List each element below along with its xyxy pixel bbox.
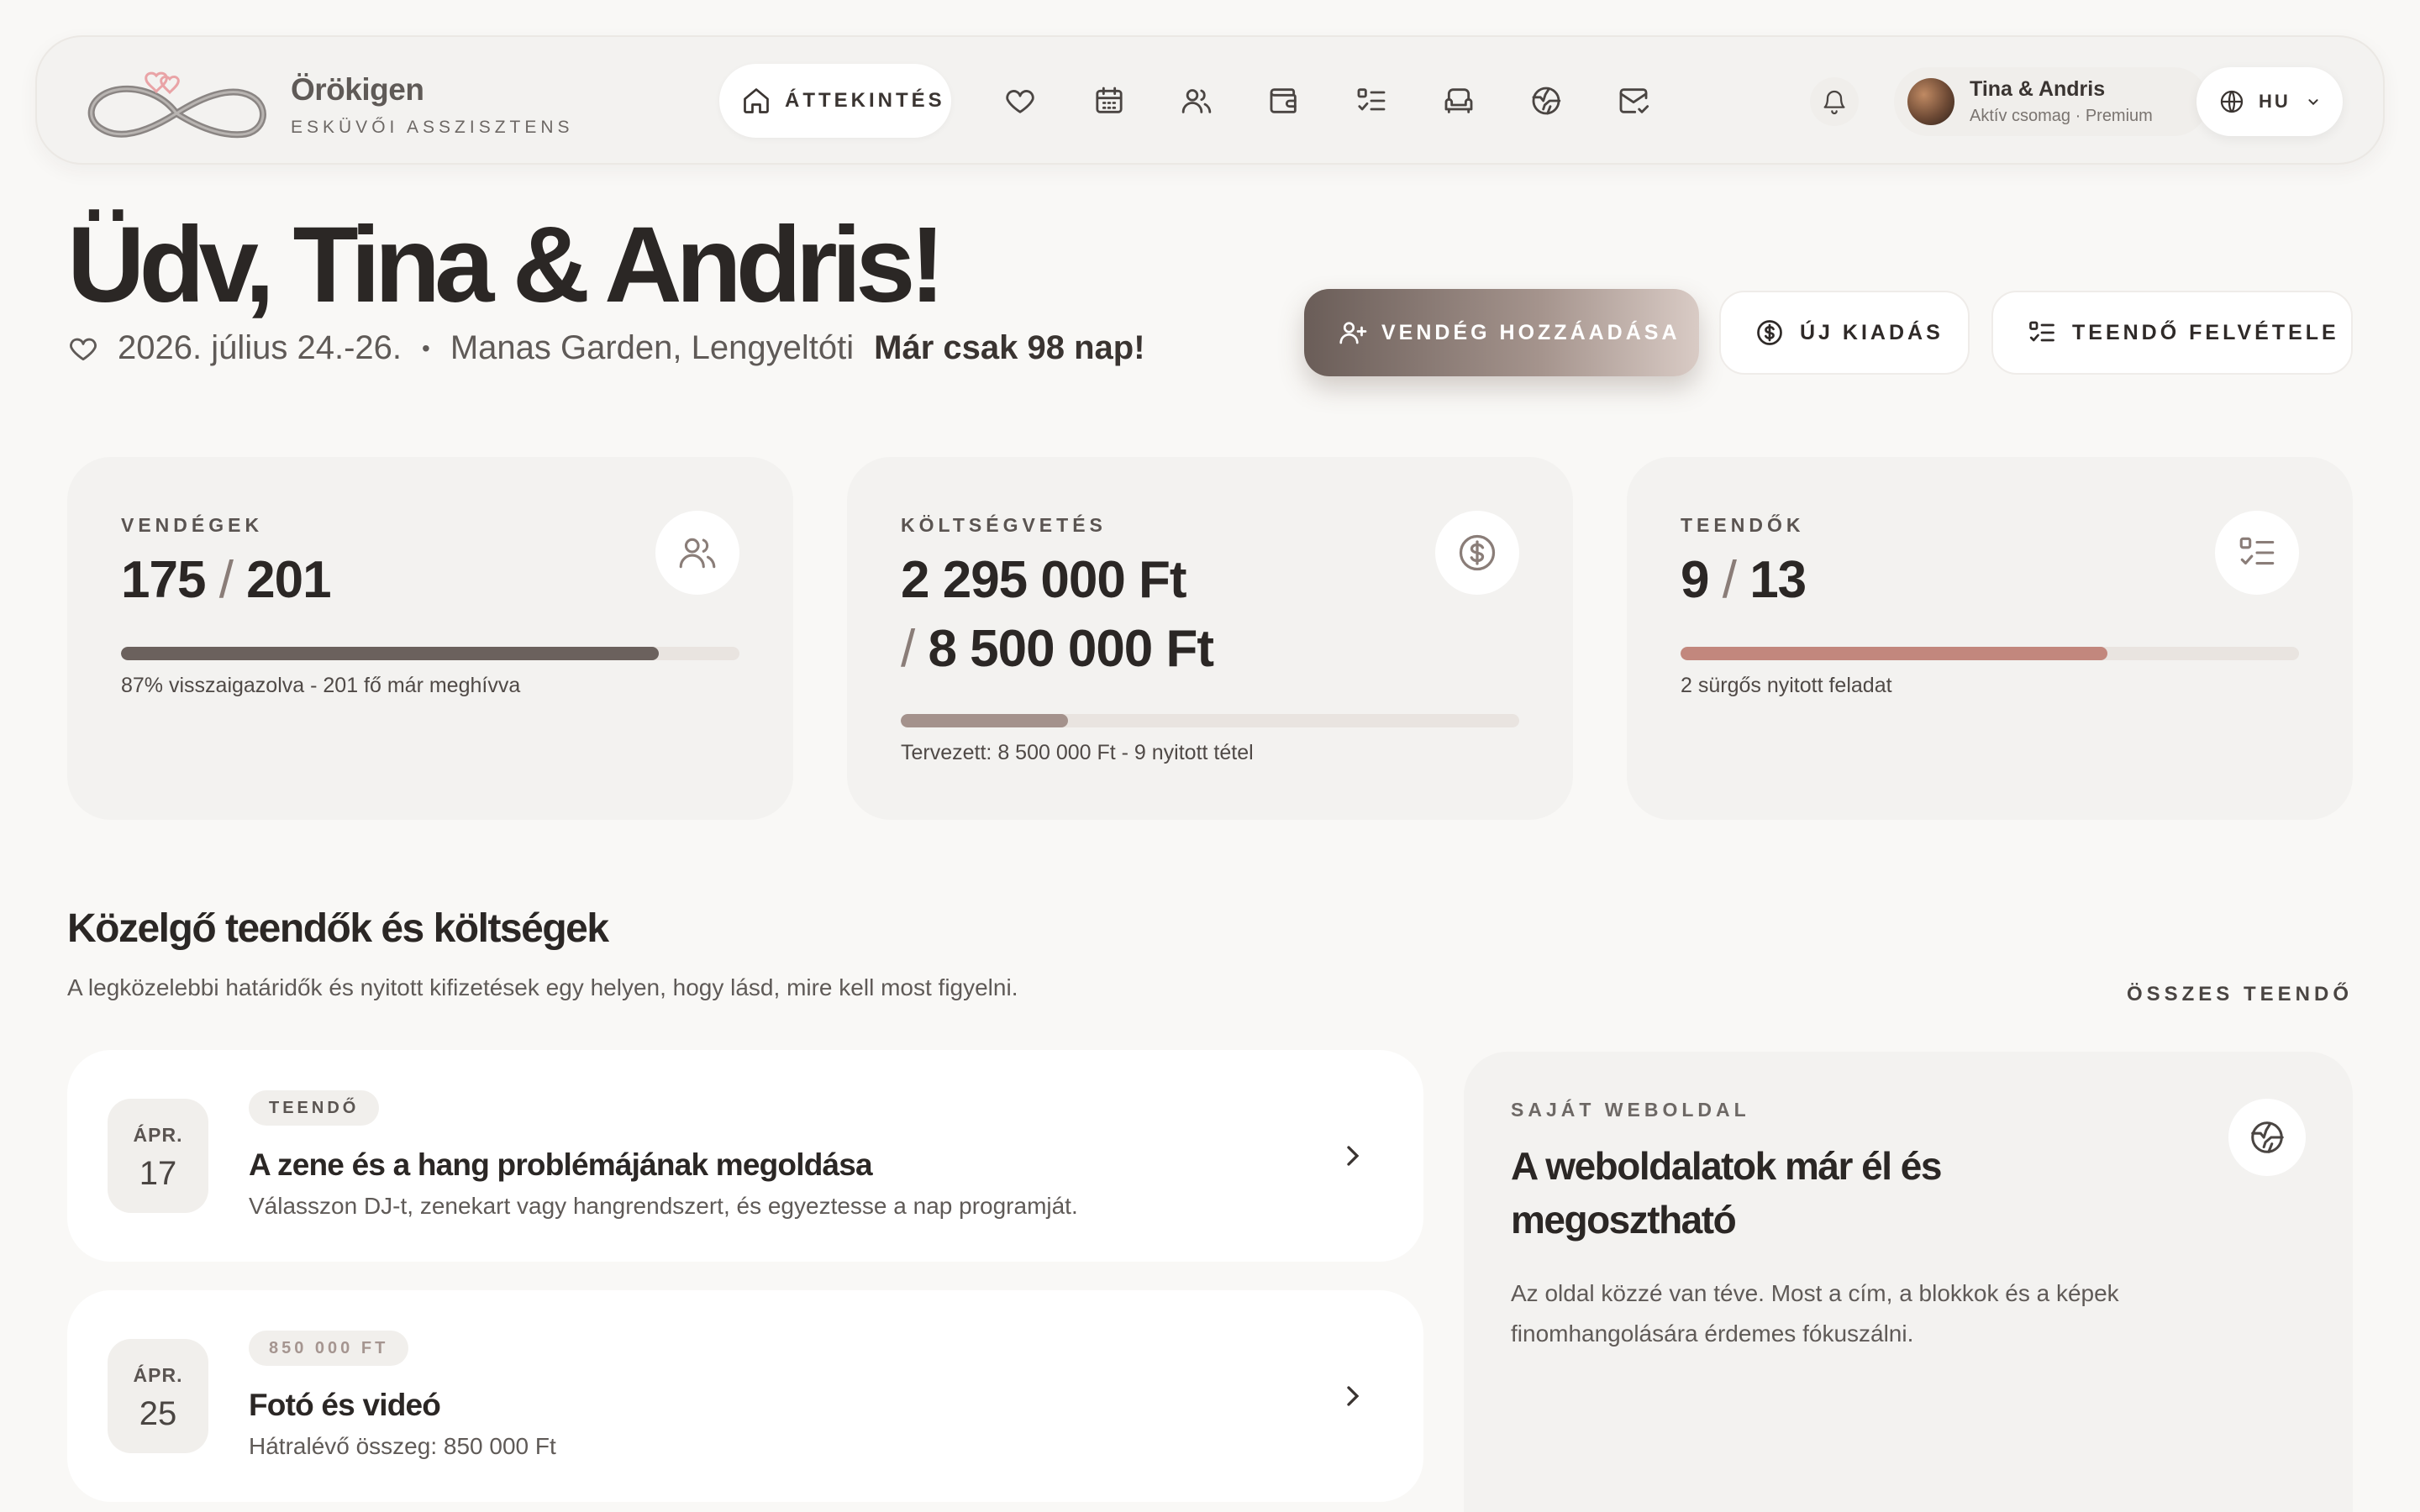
sofa-icon[interactable] xyxy=(1442,84,1476,118)
list-item[interactable]: ÁPR. 17 TEENDŐ A zene és a hang problémá… xyxy=(67,1050,1423,1262)
budget-note: Tervezett: 8 500 000 Ft - 9 nyitott téte… xyxy=(901,741,1254,764)
new-expense-label: ÚJ KIADÁS xyxy=(1800,320,1944,344)
mail-icon[interactable] xyxy=(1617,84,1650,118)
website-card[interactable]: SAJÁT WEBOLDAL A weboldalatok már él és … xyxy=(1464,1052,2353,1512)
item-title: A zene és a hang problémájának megoldása xyxy=(249,1147,873,1182)
checklist-icon[interactable] xyxy=(1355,84,1388,118)
wedding-date: 2026. július 24.-26. xyxy=(118,329,402,366)
add-task-button[interactable]: TEENDŐ FELVÉTELE xyxy=(1991,291,2353,375)
add-task-label: TEENDŐ FELVÉTELE xyxy=(2072,320,2339,344)
user-plan: Aktív csomag · Premium xyxy=(1970,107,2153,125)
date-month: ÁPR. xyxy=(133,1124,183,1146)
date-badge: ÁPR. 17 xyxy=(108,1099,208,1213)
tasks-progress-bar xyxy=(1681,647,2299,660)
guests-card[interactable]: VENDÉGEK 175 / 201 87% visszaigazolva - … xyxy=(67,457,793,820)
guests-label: VENDÉGEK xyxy=(121,514,264,536)
guests-value: 175 / 201 xyxy=(121,551,332,609)
globe-icon xyxy=(2220,90,2244,113)
checklist-icon xyxy=(2029,321,2054,342)
new-expense-button[interactable]: ÚJ KIADÁS xyxy=(1719,291,1970,375)
notifications-button[interactable] xyxy=(1810,77,1859,126)
home-icon xyxy=(744,88,769,113)
budget-value: 2 295 000 Ft/ 8 500 000 Ft xyxy=(901,551,1214,678)
nav-item-overview[interactable]: ÁTTEKINTÉS xyxy=(719,64,951,138)
website-title: A weboldalatok már él és megosztható xyxy=(1511,1144,1942,1242)
checklist-icon xyxy=(2215,511,2299,595)
wedding-venue: Manas Garden, Lengyeltóti xyxy=(450,329,855,366)
date-day: 25 xyxy=(139,1395,177,1432)
language-label: HU xyxy=(2259,91,2291,112)
item-description: Válasszon DJ-t, zenekart vagy hangrendsz… xyxy=(249,1193,1078,1219)
list-item[interactable]: ÁPR. 25 850 000 FT Fotó és videó Hátralé… xyxy=(67,1290,1423,1502)
dollar-icon xyxy=(1435,511,1519,595)
user-menu[interactable]: Tina & Andris Aktív csomag · Premium xyxy=(1894,67,2208,136)
user-name: Tina & Andris xyxy=(1970,77,2106,101)
heart-icon[interactable] xyxy=(1003,84,1037,118)
avatar xyxy=(1907,78,1954,125)
brand-name: Örökigen xyxy=(291,72,424,107)
guests-icon[interactable] xyxy=(1180,84,1213,118)
add-guest-label: VENDÉG HOZZÁADÁSA xyxy=(1381,320,1681,344)
item-description: Hátralévő összeg: 850 000 Ft xyxy=(249,1433,556,1459)
guests-note: 87% visszaigazolva - 201 fő már meghívva xyxy=(121,674,521,697)
section-title: Közelgő teendők és költségek xyxy=(67,906,609,951)
item-tag: 850 000 FT xyxy=(249,1331,409,1366)
guests-icon xyxy=(655,511,739,595)
budget-progress-bar xyxy=(901,714,1519,727)
add-user-icon xyxy=(1339,322,1367,344)
date-badge: ÁPR. 25 xyxy=(108,1339,208,1453)
guests-progress-bar xyxy=(121,647,739,660)
item-title: Fotó és videó xyxy=(249,1388,441,1422)
brand[interactable]: Örökigen ESKÜVŐI ASSZISZTENS xyxy=(79,67,574,143)
section-subtitle: A legközelebbi határidők és nyitott kifi… xyxy=(67,974,1018,1000)
dollar-icon xyxy=(1757,320,1782,345)
bell-icon xyxy=(1823,90,1845,115)
heart-icon xyxy=(70,338,97,360)
website-description: Az oldal közzé van téve. Most a cím, a b… xyxy=(1511,1280,2119,1347)
website-label: SAJÁT WEBOLDAL xyxy=(1511,1099,1750,1121)
calendar-icon[interactable] xyxy=(1092,84,1126,118)
add-guest-button[interactable]: VENDÉG HOZZÁADÁSA xyxy=(1304,289,1699,376)
chevron-right-icon xyxy=(1347,1146,1360,1166)
item-tag: TEENDŐ xyxy=(249,1090,380,1126)
guests-progress-fill xyxy=(121,647,660,660)
budget-progress-fill xyxy=(901,714,1068,727)
tasks-note: 2 sürgős nyitott feladat xyxy=(1681,674,1892,697)
countdown: Már csak 98 nap! xyxy=(874,329,1145,366)
globe-icon xyxy=(2228,1099,2306,1176)
brand-subtitle: ESKÜVŐI ASSZISZTENS xyxy=(291,118,574,137)
infinity-hearts-logo xyxy=(87,71,266,139)
wedding-meta: 2026. július 24.-26. • Manas Garden, Len… xyxy=(67,329,1145,367)
meta-separator: • xyxy=(422,334,430,361)
wallet-icon[interactable] xyxy=(1267,84,1301,118)
all-tasks-link[interactable]: ÖSSZES TEENDŐ xyxy=(2127,983,2353,1006)
tasks-label: TEENDŐK xyxy=(1681,514,1805,536)
tasks-card[interactable]: TEENDŐK 9 / 13 2 sürgős nyitott feladat xyxy=(1627,457,2353,820)
budget-label: KÖLTSÉGVETÉS xyxy=(901,514,1107,536)
budget-card[interactable]: KÖLTSÉGVETÉS 2 295 000 Ft/ 8 500 000 Ft … xyxy=(847,457,1573,820)
page-title: Üdv, Tina & Andris! xyxy=(67,205,945,325)
language-select[interactable]: HU xyxy=(2196,67,2343,136)
nav-item-overview-label: ÁTTEKINTÉS xyxy=(785,89,945,112)
top-nav: Örökigen ESKÜVŐI ASSZISZTENS ÁTTEKINTÉS … xyxy=(35,35,2385,165)
tasks-value: 9 / 13 xyxy=(1681,551,1807,609)
date-month: ÁPR. xyxy=(133,1364,183,1386)
date-day: 17 xyxy=(139,1155,177,1192)
chevron-down-icon xyxy=(2308,99,2318,106)
globe-icon[interactable] xyxy=(1529,84,1563,118)
tasks-progress-fill xyxy=(1681,647,2107,660)
chevron-right-icon xyxy=(1347,1386,1360,1406)
